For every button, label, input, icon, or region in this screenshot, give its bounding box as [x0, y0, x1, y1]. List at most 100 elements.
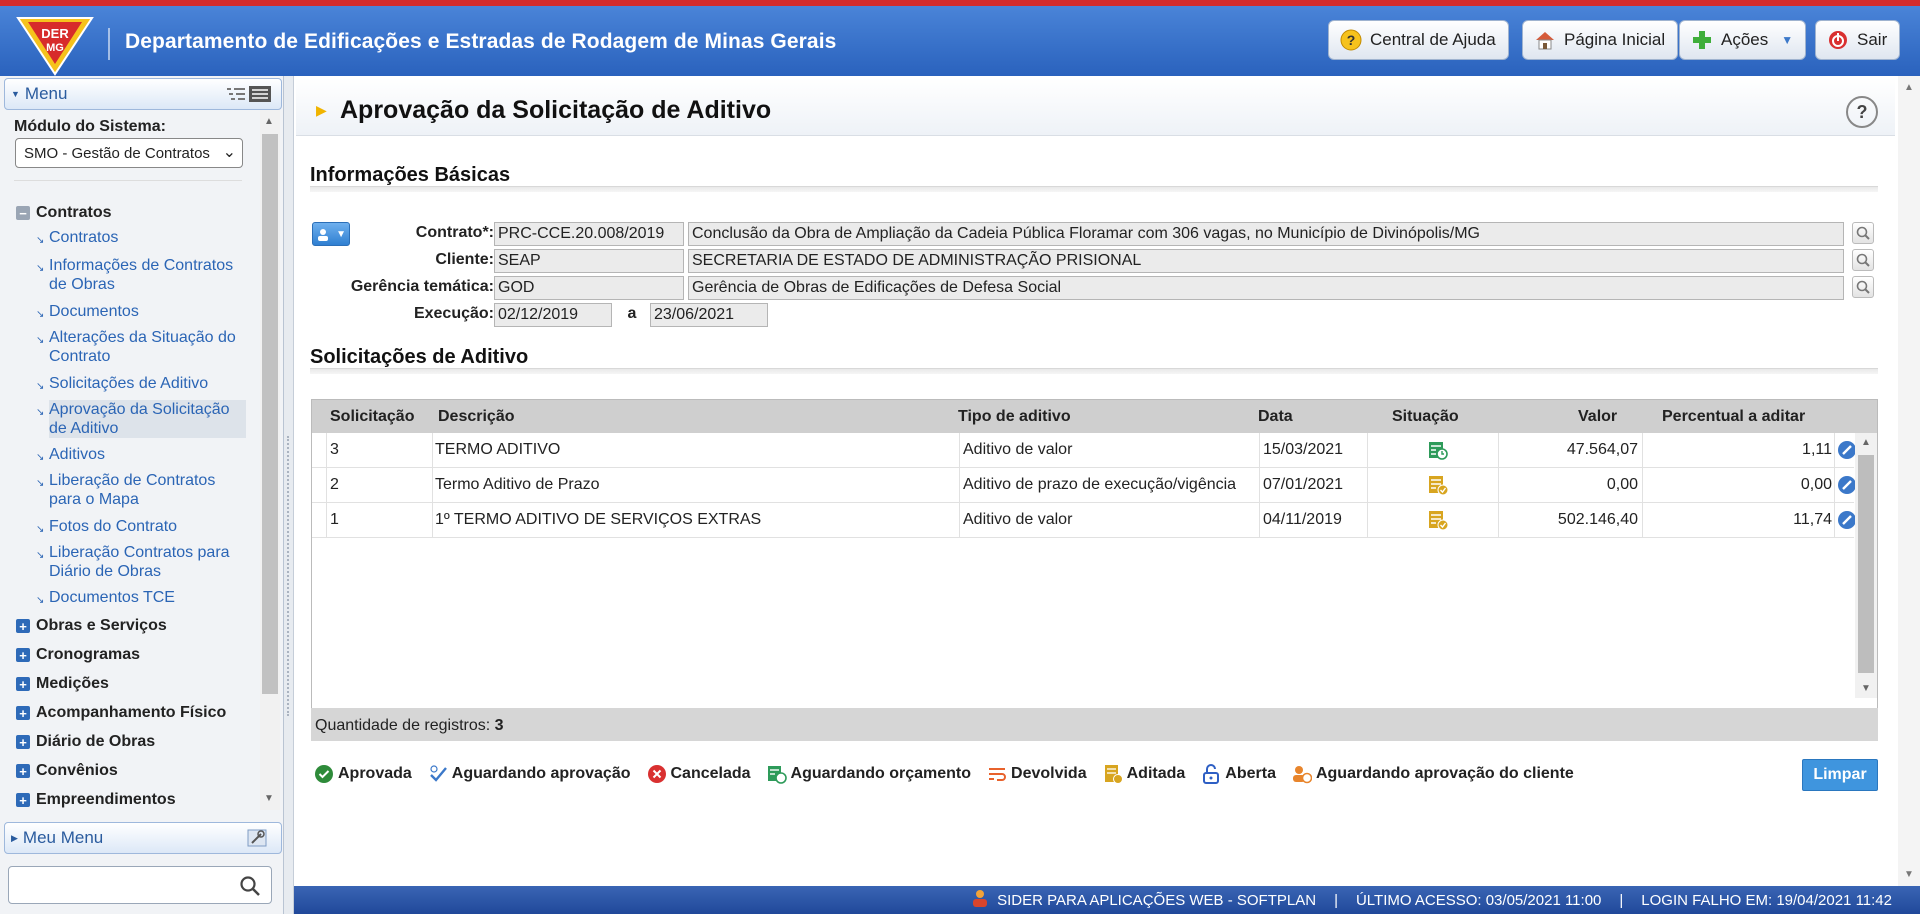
footer-failed-login: LOGIN FALHO EM: 19/04/2021 11:42	[1641, 891, 1892, 909]
collapse-minus-icon[interactable]: −	[16, 206, 30, 220]
panel-splitter[interactable]	[284, 76, 294, 914]
bullet-arrow-icon: ↘	[36, 335, 45, 346]
contract-description-field[interactable]: Conclusão da Obra de Ampliação da Cadeia…	[688, 222, 1844, 246]
tree-group-convenios[interactable]: + Convênios	[16, 762, 118, 780]
help-center-button[interactable]: ? Central de Ajuda	[1328, 20, 1509, 60]
client-code-field[interactable]: SEAP	[494, 249, 684, 273]
scroll-down-icon[interactable]: ▼	[264, 793, 274, 804]
management-search-icon[interactable]	[1852, 276, 1874, 298]
table-row[interactable]: 2 Termo Aditivo de Prazo Aditivo de praz…	[312, 468, 1856, 503]
sidebar-item-documentos[interactable]: ↘ Documentos	[36, 302, 246, 324]
search-icon[interactable]	[239, 875, 261, 902]
expand-plus-icon[interactable]: +	[16, 677, 30, 691]
expand-plus-icon[interactable]: +	[16, 648, 30, 662]
expand-plus-icon[interactable]: +	[16, 793, 30, 807]
list-view-icon[interactable]	[225, 85, 271, 108]
cell-divider	[959, 503, 960, 538]
menu-header[interactable]: ▼ Menu	[4, 78, 282, 110]
table-scrollbar[interactable]: ▲ ▼	[1855, 433, 1877, 698]
splitter-grip[interactable]	[287, 436, 290, 716]
scroll-up-icon[interactable]: ▲	[264, 116, 274, 127]
sidebar-item-aditivos[interactable]: ↘ Aditivos	[36, 445, 246, 467]
menu-scrollbar[interactable]: ▲ ▼	[260, 110, 280, 810]
contract-search-icon[interactable]	[1852, 222, 1874, 244]
execution-end-field[interactable]: 23/06/2021	[650, 303, 768, 327]
management-name-field[interactable]: Gerência de Obras de Edificações de Defe…	[688, 276, 1844, 300]
management-code-field[interactable]: GOD	[494, 276, 684, 300]
sidebar-item-liberacao-diario[interactable]: ↘ Liberação Contratos para Diário de Obra…	[36, 543, 246, 581]
col-date[interactable]: Data	[1258, 408, 1293, 426]
scrollbar-thumb[interactable]	[1858, 455, 1874, 673]
scroll-down-icon[interactable]: ▼	[1861, 683, 1871, 694]
actions-button[interactable]: Ações ▼	[1679, 20, 1807, 60]
module-select[interactable]: SMO - Gestão de Contratos ⌄	[15, 138, 243, 168]
execution-start-field[interactable]: 02/12/2019	[494, 303, 612, 327]
clear-button[interactable]: Limpar	[1802, 759, 1878, 791]
tree-group-empreendimentos[interactable]: + Empreendimentos	[16, 791, 176, 809]
sidebar-item-liberacao-mapa[interactable]: ↘ Liberação de Contratos para o Mapa	[36, 471, 246, 509]
cell-divider	[326, 503, 327, 538]
scroll-up-icon[interactable]: ▲	[1861, 437, 1871, 448]
tools-icon[interactable]	[247, 829, 267, 852]
page-scrollbar[interactable]: ▲ ▼	[1898, 76, 1920, 886]
bullet-arrow-icon: ↘	[36, 309, 45, 320]
contract-code-field[interactable]: PRC-CCE.20.008/2019	[494, 222, 684, 246]
cell-description: Termo Aditivo de Prazo	[435, 476, 600, 493]
scroll-down-icon[interactable]: ▼	[1904, 869, 1914, 880]
edit-icon[interactable]	[1838, 476, 1856, 494]
cell-value: 0,00	[1606, 476, 1638, 493]
tree-group-acompanhamento[interactable]: + Acompanhamento Físico	[16, 704, 226, 722]
col-percent[interactable]: Percentual a aditar	[1662, 408, 1805, 426]
power-icon	[1826, 28, 1850, 52]
chevron-down-icon: ▼	[336, 228, 346, 240]
tree-group-cronogramas[interactable]: + Cronogramas	[16, 646, 140, 664]
legend-awaiting-budget: Aguardando orçamento	[767, 764, 971, 784]
col-description[interactable]: Descrição	[438, 408, 515, 426]
sidebar-item-solicitacoes[interactable]: ↘ Solicitações de Aditivo	[36, 374, 246, 396]
tree-group-contracts[interactable]: − Contratos	[16, 204, 112, 222]
col-value[interactable]: Valor	[1578, 408, 1617, 426]
svg-text:?: ?	[1347, 32, 1356, 48]
col-status[interactable]: Situação	[1392, 408, 1459, 426]
chevron-down-icon: ⌄	[222, 144, 236, 161]
my-menu-header[interactable]: ▶ Meu Menu	[4, 822, 282, 854]
bullet-arrow-icon: ↘	[36, 478, 45, 489]
client-search-icon[interactable]	[1852, 249, 1874, 271]
expand-plus-icon[interactable]: +	[16, 764, 30, 778]
section-rule	[310, 368, 1878, 374]
expand-plus-icon[interactable]: +	[16, 735, 30, 749]
exit-button[interactable]: Sair	[1815, 20, 1901, 60]
returned-icon	[987, 764, 1007, 784]
expand-plus-icon[interactable]: +	[16, 619, 30, 633]
scrollbar-thumb[interactable]	[262, 134, 278, 694]
module-select-value: SMO - Gestão de Contratos	[24, 144, 210, 162]
cell-divider	[432, 503, 433, 538]
context-menu-button[interactable]: ▼	[312, 222, 350, 246]
table-row[interactable]: 1 1º TERMO ADITIVO DE SERVIÇOS EXTRAS Ad…	[312, 503, 1856, 538]
sidebar-item-informacoes[interactable]: ↘ Informações de Contratos de Obras	[36, 256, 246, 294]
tree-group-obras-servicos[interactable]: + Obras e Serviços	[16, 617, 167, 635]
client-name-field[interactable]: SECRETARIA DE ESTADO DE ADMINISTRAÇÃO PR…	[688, 249, 1844, 273]
page-help-icon[interactable]: ?	[1846, 96, 1878, 128]
tree-group-medicoes[interactable]: + Medições	[16, 675, 109, 693]
scroll-up-icon[interactable]: ▲	[1904, 82, 1914, 93]
edit-icon[interactable]	[1838, 511, 1856, 529]
menu-search-input[interactable]	[8, 866, 272, 904]
home-page-button[interactable]: Página Inicial	[1522, 20, 1679, 60]
sidebar-item-contratos[interactable]: ↘ Contratos	[36, 228, 246, 250]
col-request[interactable]: Solicitação	[330, 408, 414, 426]
table-row[interactable]: 3 TERMO ADITIVO Aditivo de valor 15/03/2…	[312, 433, 1856, 468]
cell-type: Aditivo de valor	[963, 511, 1073, 528]
col-type[interactable]: Tipo de aditivo	[958, 408, 1071, 426]
edit-icon[interactable]	[1838, 441, 1856, 459]
sidebar-item-documentos-tce[interactable]: ↘ Documentos TCE	[36, 588, 246, 610]
expand-plus-icon[interactable]: +	[16, 706, 30, 720]
sidebar-item-fotos[interactable]: ↘ Fotos do Contrato	[36, 517, 246, 539]
document-check-icon	[1103, 764, 1123, 784]
tree-group-diario[interactable]: + Diário de Obras	[16, 733, 155, 751]
sidebar-item-alteracoes[interactable]: ↘ Alterações da Situação do Contrato	[36, 328, 246, 366]
cell-divider	[1642, 468, 1643, 503]
my-menu-title: Meu Menu	[22, 828, 104, 847]
sidebar-item-aprovacao[interactable]: ↘ Aprovação da Solicitação de Aditivo	[36, 400, 246, 438]
svg-text:DER: DER	[41, 26, 69, 41]
